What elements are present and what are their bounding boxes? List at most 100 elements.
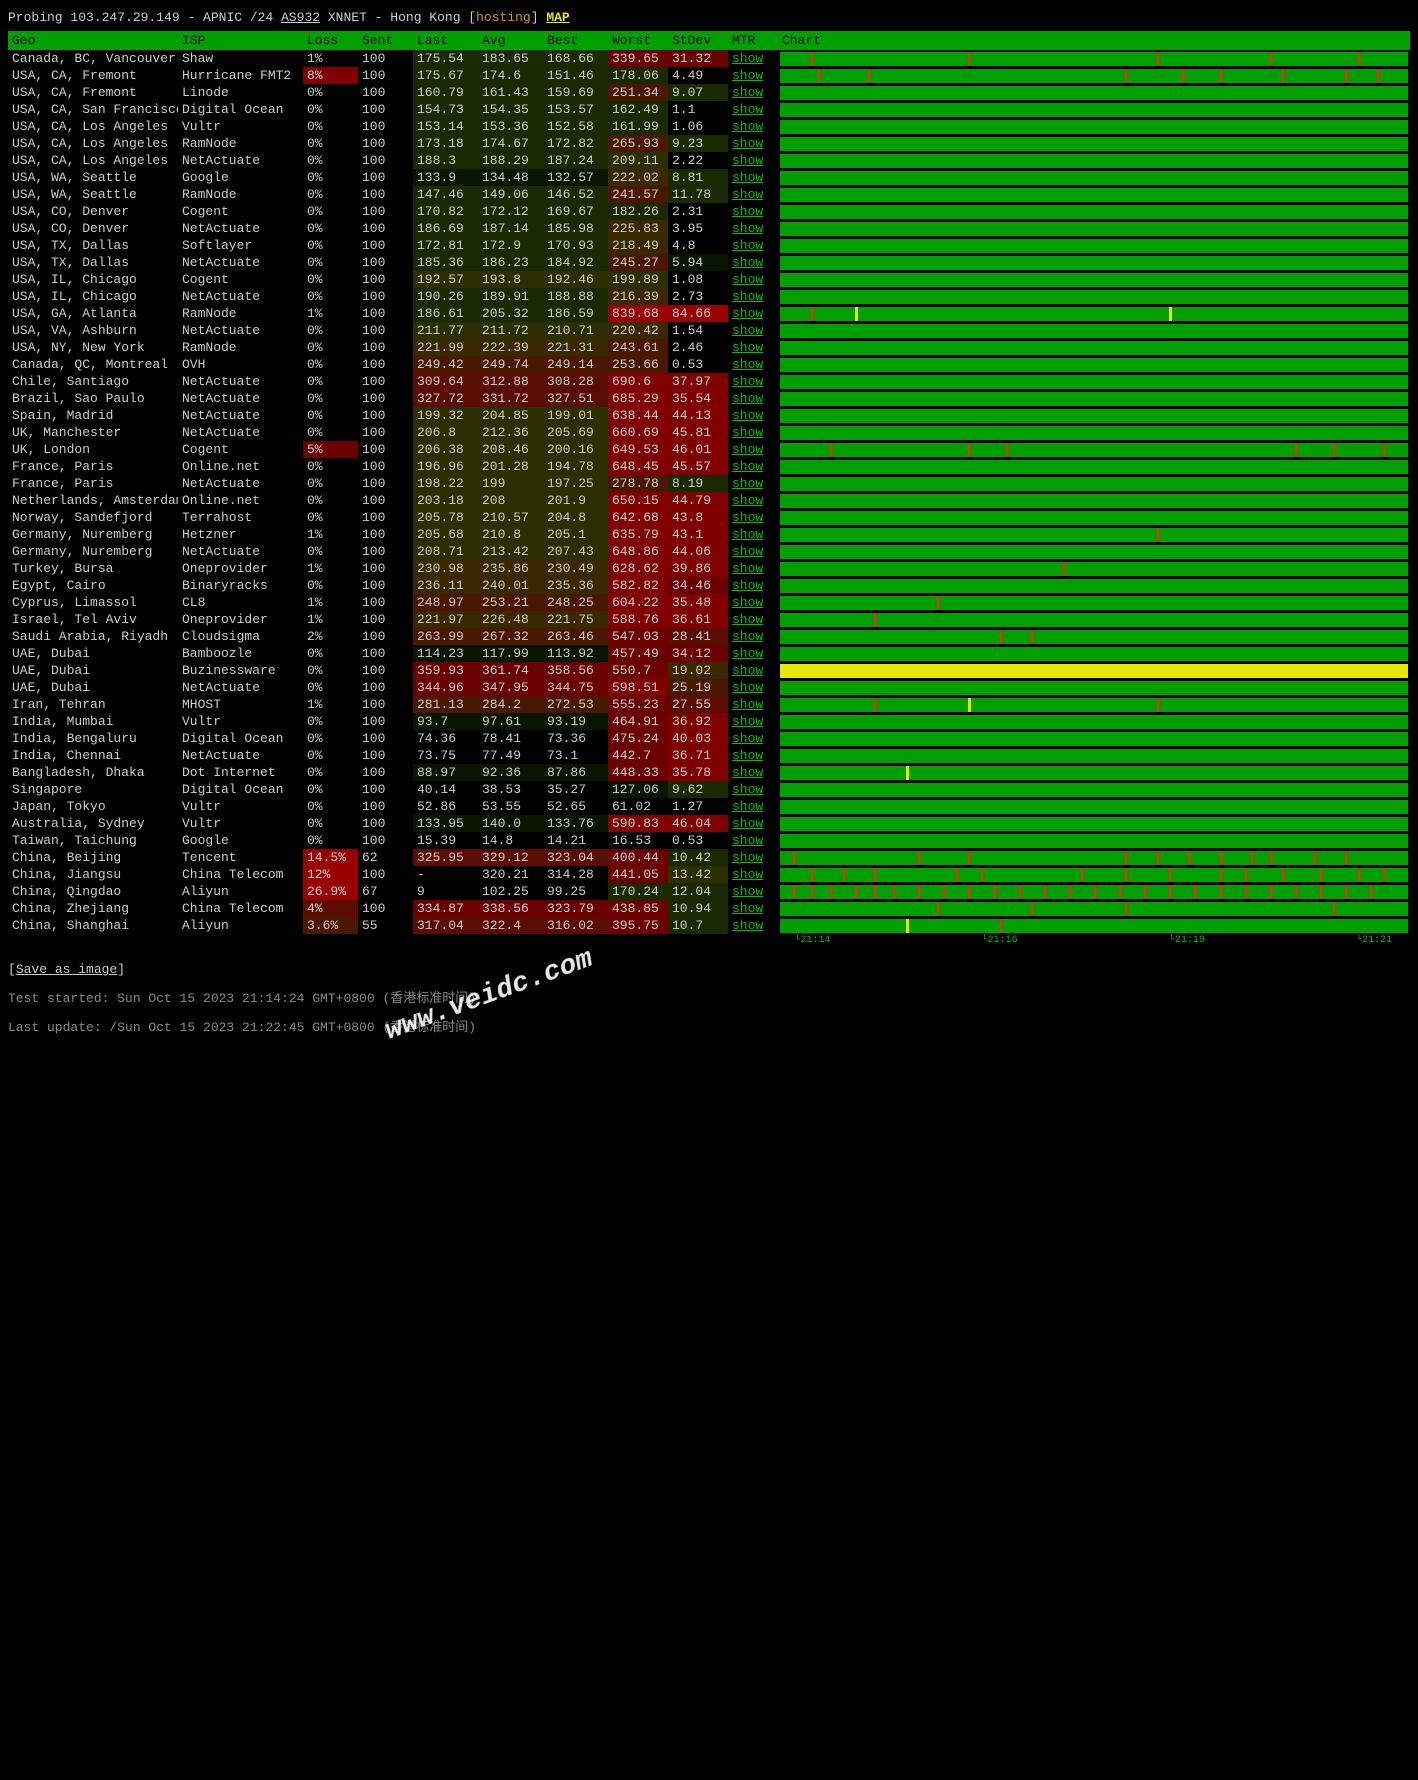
col-header-avg[interactable]: Avg bbox=[478, 31, 543, 50]
mtr-show-link[interactable]: show bbox=[732, 102, 763, 117]
mtr-show-link[interactable]: show bbox=[732, 68, 763, 83]
mtr-show-link[interactable]: show bbox=[732, 833, 763, 848]
latency-sparkline bbox=[780, 477, 1408, 491]
cell-stdev: 36.61 bbox=[668, 611, 728, 628]
mtr-show-link[interactable]: show bbox=[732, 714, 763, 729]
col-header-chart[interactable]: Chart bbox=[778, 31, 1410, 50]
mtr-show-link[interactable]: show bbox=[732, 136, 763, 151]
cell-avg: 226.48 bbox=[478, 611, 543, 628]
cell-stdev: 34.12 bbox=[668, 645, 728, 662]
cell-stdev: 1.1 bbox=[668, 101, 728, 118]
mtr-show-link[interactable]: show bbox=[732, 221, 763, 236]
latency-sparkline bbox=[780, 239, 1408, 253]
mtr-show-link[interactable]: show bbox=[732, 51, 763, 66]
mtr-show-link[interactable]: show bbox=[732, 561, 763, 576]
mtr-show-link[interactable]: show bbox=[732, 289, 763, 304]
mtr-show-link[interactable]: show bbox=[732, 323, 763, 338]
mtr-show-link[interactable]: show bbox=[732, 340, 763, 355]
mtr-show-link[interactable]: show bbox=[732, 918, 763, 933]
col-header-worst[interactable]: Worst bbox=[608, 31, 668, 50]
cell-geo: USA, CA, Los Angeles bbox=[8, 118, 178, 135]
cell-best: 263.46 bbox=[543, 628, 608, 645]
mtr-show-link[interactable]: show bbox=[732, 544, 763, 559]
mtr-show-link[interactable]: show bbox=[732, 493, 763, 508]
cell-last: 205.68 bbox=[413, 526, 478, 543]
mtr-show-link[interactable]: show bbox=[732, 408, 763, 423]
mtr-show-link[interactable]: show bbox=[732, 238, 763, 253]
mtr-show-link[interactable]: show bbox=[732, 187, 763, 202]
mtr-show-link[interactable]: show bbox=[732, 646, 763, 661]
table-row: Israel, Tel AvivOneprovider1%100221.9722… bbox=[8, 611, 1410, 628]
mtr-show-link[interactable]: show bbox=[732, 595, 763, 610]
mtr-show-link[interactable]: show bbox=[732, 748, 763, 763]
cell-isp: China Telecom bbox=[178, 900, 303, 917]
mtr-show-link[interactable]: show bbox=[732, 204, 763, 219]
cell-avg: 212.36 bbox=[478, 424, 543, 441]
cell-last: 208.71 bbox=[413, 543, 478, 560]
cell-loss: 0% bbox=[303, 356, 358, 373]
mtr-show-link[interactable]: show bbox=[732, 663, 763, 678]
map-link[interactable]: MAP bbox=[546, 10, 569, 25]
mtr-show-link[interactable]: show bbox=[732, 612, 763, 627]
col-header-sent[interactable]: Sent bbox=[358, 31, 413, 50]
cell-chart bbox=[778, 713, 1410, 730]
col-header-loss[interactable]: Loss bbox=[303, 31, 358, 50]
col-header-isp[interactable]: ISP bbox=[178, 31, 303, 50]
mtr-show-link[interactable]: show bbox=[732, 85, 763, 100]
mtr-show-link[interactable]: show bbox=[732, 459, 763, 474]
mtr-show-link[interactable]: show bbox=[732, 697, 763, 712]
mtr-show-link[interactable]: show bbox=[732, 867, 763, 882]
mtr-show-link[interactable]: show bbox=[732, 680, 763, 695]
mtr-show-link[interactable]: show bbox=[732, 306, 763, 321]
save-image-link[interactable]: Save as image bbox=[16, 962, 117, 977]
mtr-show-link[interactable]: show bbox=[732, 442, 763, 457]
mtr-show-link[interactable]: show bbox=[732, 374, 763, 389]
cell-mtr: show bbox=[728, 271, 778, 288]
cell-isp: Tencent bbox=[178, 849, 303, 866]
mtr-show-link[interactable]: show bbox=[732, 255, 763, 270]
mtr-show-link[interactable]: show bbox=[732, 578, 763, 593]
mtr-show-link[interactable]: show bbox=[732, 816, 763, 831]
mtr-show-link[interactable]: show bbox=[732, 850, 763, 865]
col-header-last[interactable]: Last bbox=[413, 31, 478, 50]
col-header-mtr[interactable]: MTR bbox=[728, 31, 778, 50]
mtr-show-link[interactable]: show bbox=[732, 731, 763, 746]
mtr-show-link[interactable]: show bbox=[732, 799, 763, 814]
mtr-show-link[interactable]: show bbox=[732, 629, 763, 644]
cell-avg: 188.29 bbox=[478, 152, 543, 169]
cell-mtr: show bbox=[728, 747, 778, 764]
mtr-show-link[interactable]: show bbox=[732, 425, 763, 440]
latency-sparkline bbox=[780, 324, 1408, 338]
cell-mtr: show bbox=[728, 220, 778, 237]
latency-sparkline bbox=[780, 120, 1408, 134]
mtr-show-link[interactable]: show bbox=[732, 391, 763, 406]
mtr-show-link[interactable]: show bbox=[732, 476, 763, 491]
cell-loss: 0% bbox=[303, 458, 358, 475]
cell-worst: 550.7 bbox=[608, 662, 668, 679]
mtr-show-link[interactable]: show bbox=[732, 527, 763, 542]
cell-last: 199.32 bbox=[413, 407, 478, 424]
mtr-show-link[interactable]: show bbox=[732, 170, 763, 185]
cell-best: 230.49 bbox=[543, 560, 608, 577]
cell-worst: 265.93 bbox=[608, 135, 668, 152]
mtr-show-link[interactable]: show bbox=[732, 901, 763, 916]
cell-best: 133.76 bbox=[543, 815, 608, 832]
table-row: USA, CA, Los AngelesVultr0%100153.14153.… bbox=[8, 118, 1410, 135]
cell-loss: 26.9% bbox=[303, 883, 358, 900]
col-header-geo[interactable]: Geo bbox=[8, 31, 178, 50]
asn-link[interactable]: AS932 bbox=[281, 10, 320, 25]
mtr-show-link[interactable]: show bbox=[732, 782, 763, 797]
mtr-show-link[interactable]: show bbox=[732, 119, 763, 134]
mtr-show-link[interactable]: show bbox=[732, 357, 763, 372]
cell-mtr: show bbox=[728, 356, 778, 373]
col-header-best[interactable]: Best bbox=[543, 31, 608, 50]
cell-last: 175.54 bbox=[413, 50, 478, 67]
col-header-stdev[interactable]: StDev bbox=[668, 31, 728, 50]
cell-isp: Google bbox=[178, 832, 303, 849]
mtr-show-link[interactable]: show bbox=[732, 510, 763, 525]
cell-worst: 245.27 bbox=[608, 254, 668, 271]
mtr-show-link[interactable]: show bbox=[732, 765, 763, 780]
mtr-show-link[interactable]: show bbox=[732, 153, 763, 168]
mtr-show-link[interactable]: show bbox=[732, 884, 763, 899]
mtr-show-link[interactable]: show bbox=[732, 272, 763, 287]
